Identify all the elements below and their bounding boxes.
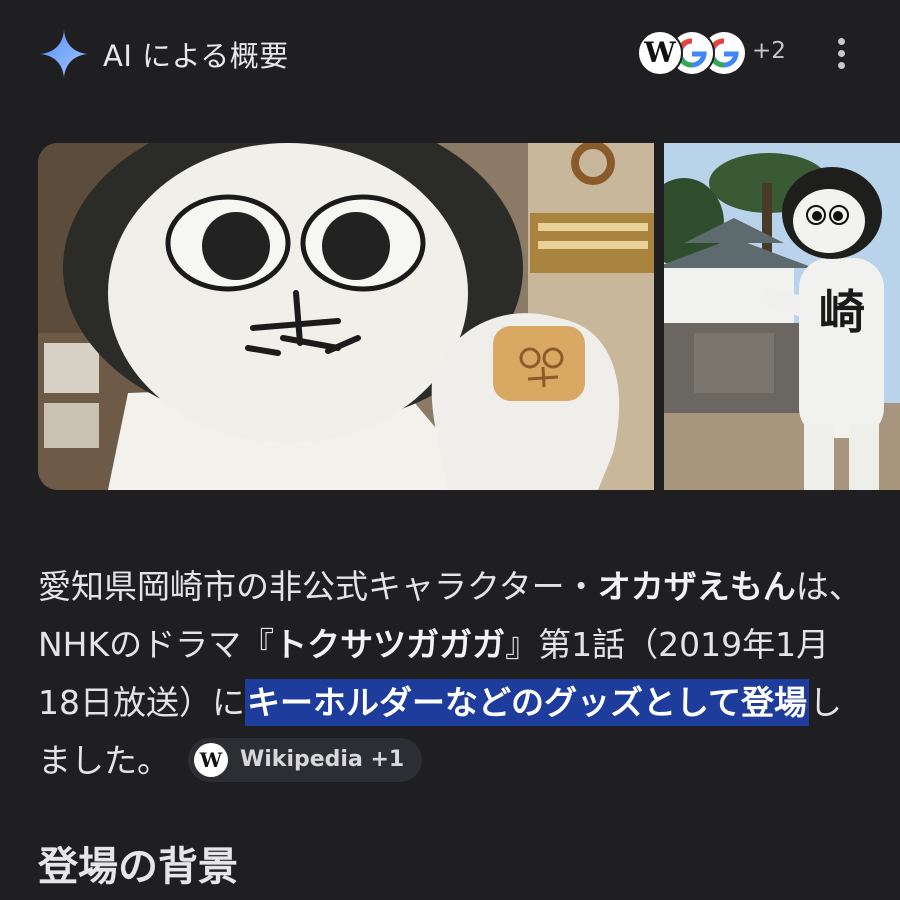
ai-overview-header: AI による概要 W +2 [0, 0, 900, 110]
sources-extra-count[interactable]: +2 [752, 38, 786, 64]
section-heading: 登場の背景 [38, 844, 238, 890]
source-chip-label: Wikipedia +1 [240, 746, 405, 772]
okazaemon-keyholder-photo[interactable] [38, 143, 654, 490]
summary-text: 愛知県岡崎市の非公式キャラクター・ [38, 567, 598, 606]
wikipedia-icon: W [194, 742, 228, 777]
summary-highlight[interactable]: キーホルダーなどのグッズとして登場 [245, 679, 810, 726]
ai-overview-summary: 愛知県岡崎市の非公式キャラクター・オカザえもんは、NHKのドラマ『トクサツガガガ… [38, 558, 868, 790]
gemini-sparkle-icon [40, 30, 88, 78]
summary-bold-drama: トクサツガガガ [274, 625, 506, 664]
summary-bold-okazaemon: オカザえもん [597, 567, 796, 606]
ai-overview-title: AI による概要 [103, 39, 289, 73]
wikipedia-icon: W [637, 30, 683, 76]
svg-text:崎: 崎 [819, 285, 865, 339]
okazaemon-castle-photo[interactable]: 崎 [664, 143, 900, 490]
more-vert-icon[interactable] [826, 34, 856, 74]
sources-button[interactable]: W [637, 30, 757, 78]
source-chip-wikipedia[interactable]: W Wikipedia +1 [188, 737, 423, 782]
